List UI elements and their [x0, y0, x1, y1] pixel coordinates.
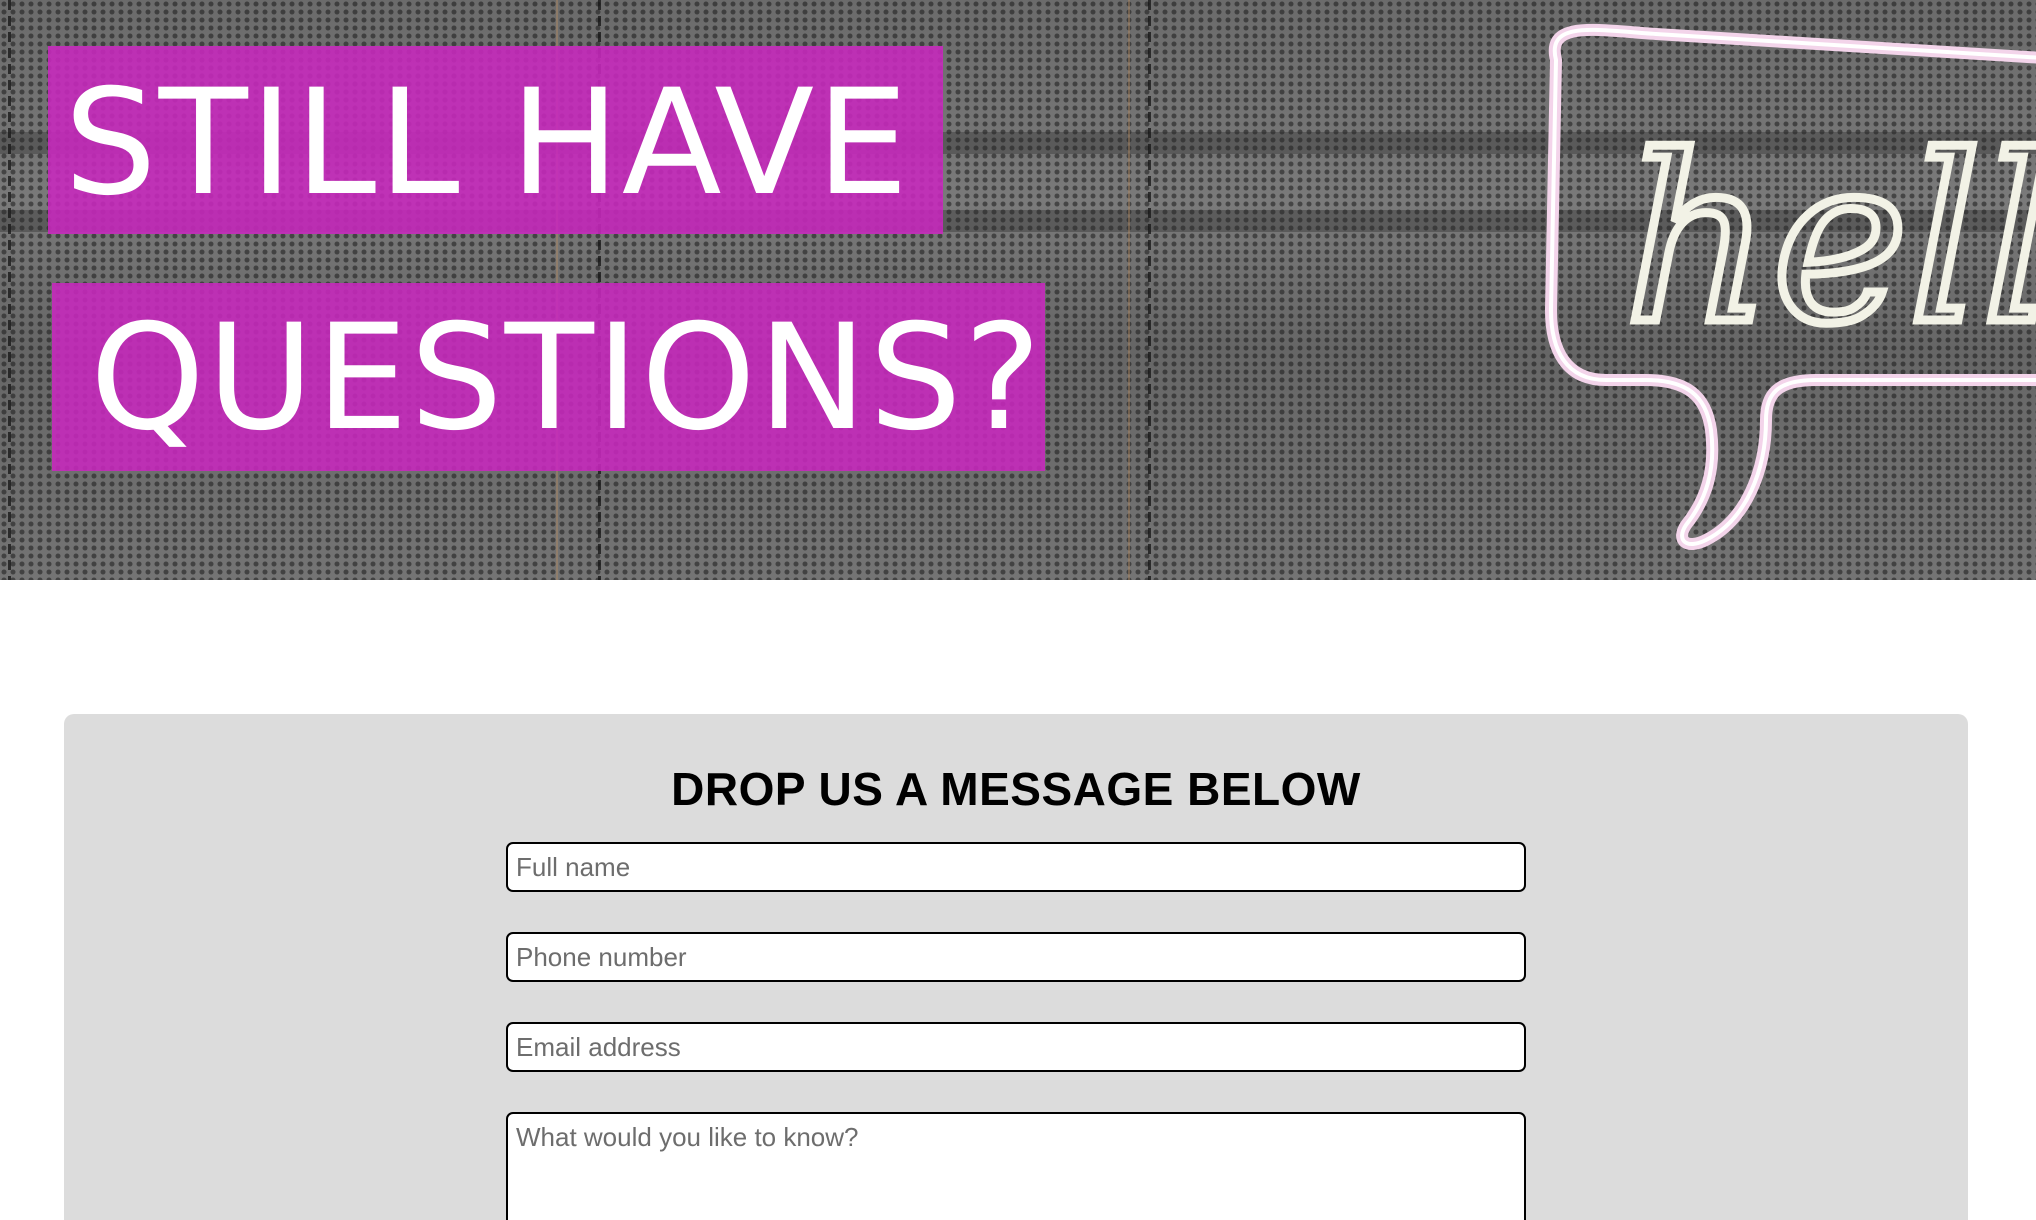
- hero-seam-line: [1128, 0, 1130, 580]
- email-address-input[interactable]: [506, 1022, 1526, 1072]
- hero-title-line-1: STILL HAVE: [48, 46, 943, 234]
- contact-form-card: DROP US A MESSAGE BELOW: [64, 714, 1968, 1220]
- contact-form-heading: DROP US A MESSAGE BELOW: [671, 763, 1361, 815]
- hero-seam-line: [8, 0, 11, 580]
- phone-number-input[interactable]: [506, 932, 1526, 982]
- svg-text:hello: hello: [1624, 108, 2036, 375]
- full-name-input[interactable]: [506, 842, 1526, 892]
- neon-hello-sign-icon: hello: [1545, 23, 2036, 550]
- message-textarea[interactable]: [506, 1112, 1526, 1220]
- hero-title-line-2: QUESTIONS?: [52, 283, 1045, 471]
- hero-banner: STILL HAVE QUESTIONS? hello: [0, 0, 2036, 580]
- hero-seam-line: [1148, 0, 1151, 580]
